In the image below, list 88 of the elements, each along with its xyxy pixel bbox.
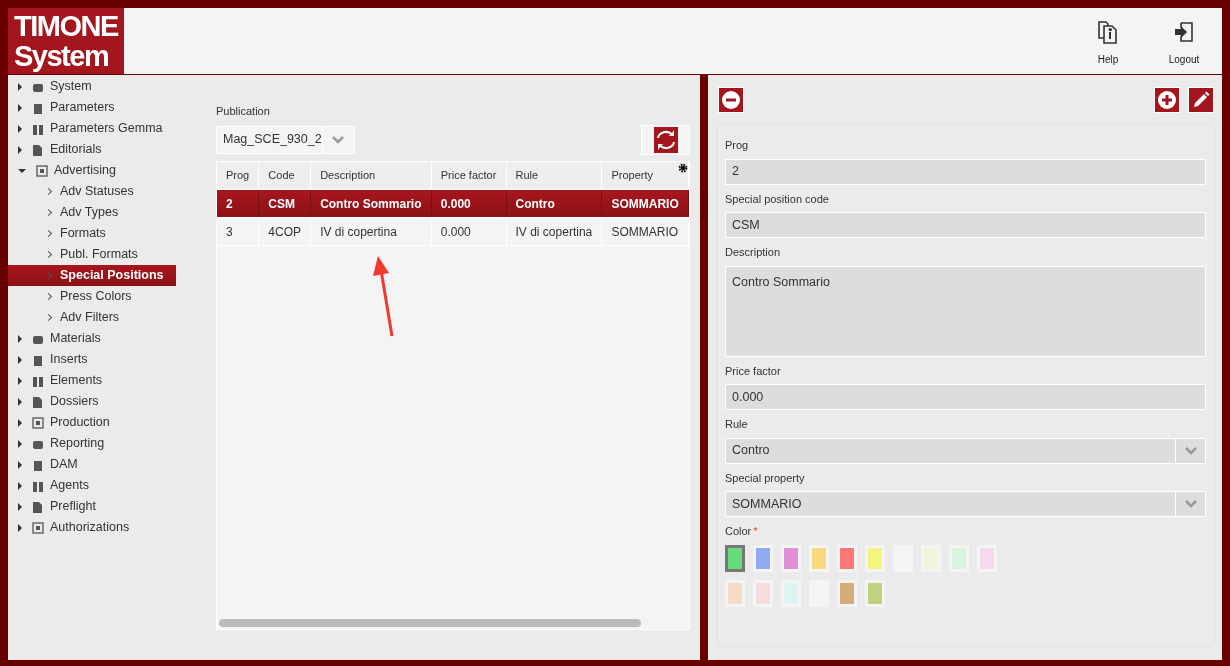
help-button[interactable]: Help — [1070, 8, 1146, 74]
logout-button[interactable]: Logout — [1146, 8, 1222, 74]
publication-select[interactable]: Mag_SCE_930_2 — [216, 125, 355, 154]
table-cell: SOMMARIO — [601, 189, 689, 218]
menu-icon — [32, 143, 44, 156]
gear-icon[interactable] — [678, 162, 688, 173]
table-cell: IV di copertina — [310, 217, 432, 246]
minus-circle-icon — [722, 91, 740, 109]
field-label: Publication — [216, 104, 271, 119]
sidebar-item[interactable]: Special Positions — [8, 265, 176, 286]
chevron-down-icon — [332, 135, 345, 144]
menu-icon — [32, 374, 44, 387]
plus-circle-icon — [1158, 91, 1176, 109]
sidebar-item[interactable]: Editorials — [8, 139, 176, 160]
sidebar-item[interactable]: Preflight — [8, 496, 176, 517]
menu-icon — [32, 101, 44, 114]
menu-icon — [32, 353, 44, 366]
table-cell: SOMMARIO — [601, 217, 689, 246]
menu-icon — [32, 479, 44, 492]
column-header[interactable]: Price factor — [431, 161, 506, 190]
sidebar-item[interactable]: Agents — [8, 475, 176, 496]
add-button[interactable] — [1154, 87, 1180, 113]
remove-button[interactable] — [718, 87, 744, 113]
input-field[interactable]: CSM — [725, 212, 1206, 238]
sidebar-item[interactable]: Adv Filters — [8, 307, 176, 328]
sidebar-item[interactable]: Formats — [8, 223, 176, 244]
refresh-icon — [653, 126, 678, 153]
table-cell: 3 — [217, 217, 259, 246]
sidebar-item[interactable]: Parameters — [8, 97, 176, 118]
help-document-icon — [1096, 20, 1120, 44]
sidebar-item[interactable]: System — [8, 76, 176, 97]
field-label: Rule — [725, 417, 748, 432]
sidebar-item[interactable]: Materials — [8, 328, 176, 349]
table-cell: 4COP — [258, 217, 311, 246]
table-row[interactable]: 2 CSM Contro Sommario 0.000 Contro SOMMARIO — [217, 189, 689, 218]
color-swatch[interactable] — [725, 544, 745, 572]
sidebar-item[interactable]: Advertising — [8, 160, 176, 181]
sidebar-item[interactable]: Authorizations — [8, 517, 176, 538]
sidebar-item[interactable]: Press Colors — [8, 286, 176, 307]
column-header[interactable]: Rule — [506, 161, 602, 190]
column-header[interactable]: Description — [310, 161, 432, 190]
refresh-button[interactable] — [641, 124, 690, 155]
chevron-down-icon — [1184, 446, 1197, 455]
input-field[interactable]: 0.000 — [725, 384, 1206, 410]
column-header[interactable]: Property — [601, 161, 689, 190]
table-cell: Contro — [506, 189, 602, 218]
sidebar-item[interactable]: Dossiers — [8, 391, 176, 412]
logo: TIMONE System — [8, 8, 124, 74]
sidebar-item[interactable]: Adv Statuses — [8, 181, 176, 202]
table-cell: 0.000 — [431, 189, 506, 218]
menu-icon — [32, 500, 44, 513]
text-area[interactable]: Contro Sommario — [725, 265, 1206, 357]
menu-icon — [32, 521, 44, 534]
menu-icon — [32, 395, 44, 408]
menu-icon — [32, 416, 44, 429]
menu-icon — [32, 122, 44, 135]
sidebar-item[interactable]: Production — [8, 412, 176, 433]
input-field[interactable]: 2 — [725, 158, 1206, 185]
sidebar-item[interactable]: Elements — [8, 370, 176, 391]
table-row[interactable]: 3 4COP IV di copertina 0.000 IV di copertina SOMMARIO — [217, 217, 689, 246]
required-mark: * — [753, 524, 758, 539]
sidebar-item[interactable]: Inserts — [8, 349, 176, 370]
table-cell: 0.000 — [431, 217, 506, 246]
menu-icon — [36, 164, 48, 177]
table-cell: Contro Sommario — [310, 189, 432, 218]
sidebar-item[interactable]: Parameters Gemma — [8, 118, 176, 139]
field-label: Color — [725, 524, 752, 539]
field-label: Description — [725, 245, 781, 260]
field-label: Special property — [725, 470, 805, 486]
select-field[interactable]: SOMMARIO — [725, 491, 1206, 517]
field-label: Price factor — [725, 363, 781, 379]
pencil-icon — [1192, 91, 1210, 109]
sidebar-item[interactable]: Publ. Formats — [8, 244, 176, 265]
sidebar-item[interactable]: Reporting — [8, 433, 176, 454]
menu-icon — [32, 458, 44, 471]
sidebar-item[interactable]: DAM — [8, 454, 176, 475]
logout-icon — [1172, 20, 1196, 44]
sidebar-item[interactable]: Adv Types — [8, 202, 176, 223]
table-cell: IV di copertina — [506, 217, 602, 246]
table-cell: 2 — [217, 189, 259, 218]
field-label: Prog — [725, 138, 749, 153]
edit-button[interactable] — [1188, 87, 1214, 113]
scrollbar[interactable] — [219, 619, 641, 627]
chevron-down-icon — [1184, 500, 1197, 508]
select-field[interactable]: Contro — [725, 437, 1206, 464]
column-header[interactable]: Code — [258, 161, 311, 190]
column-header[interactable]: Prog — [217, 161, 259, 190]
field-label: Special position code — [725, 191, 829, 207]
